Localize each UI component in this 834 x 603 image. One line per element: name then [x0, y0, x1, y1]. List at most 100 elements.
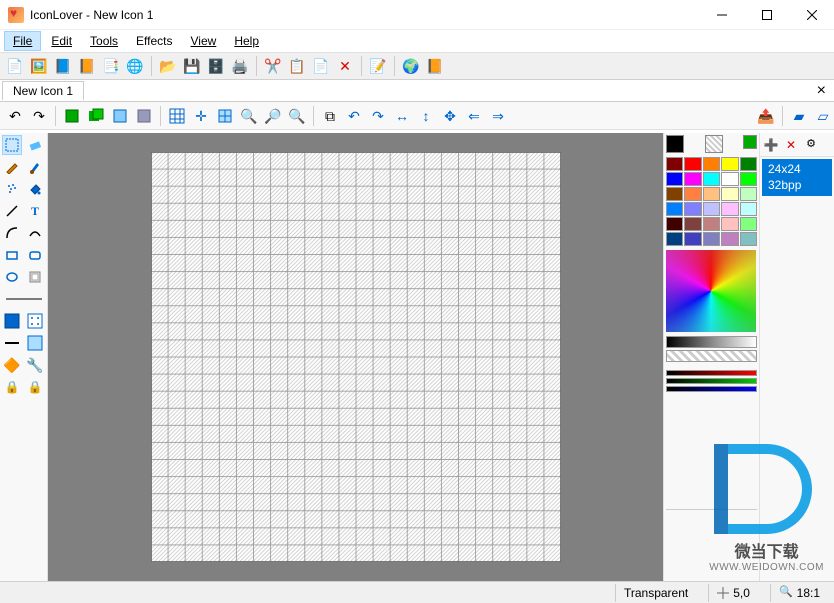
gradient-line-tool[interactable]: [2, 333, 22, 353]
eraser-tool[interactable]: [25, 135, 45, 155]
line-width-tool[interactable]: [2, 289, 46, 309]
palette-color-13[interactable]: [721, 187, 738, 201]
new-icon-wizard-button[interactable]: 🖼️: [28, 55, 50, 77]
open-button[interactable]: 📂: [157, 55, 179, 77]
paste-button[interactable]: 📄: [310, 55, 332, 77]
select-tool[interactable]: [2, 135, 22, 155]
export-button[interactable]: 📤: [755, 105, 777, 127]
new-cursor-button[interactable]: 📙: [76, 55, 98, 77]
gradient-fill-tool[interactable]: [25, 333, 45, 353]
layer2-button[interactable]: [85, 105, 107, 127]
properties-button[interactable]: 📝: [367, 55, 389, 77]
color-replace-tool[interactable]: 🔧: [25, 355, 45, 375]
clear-button[interactable]: ▱: [812, 105, 834, 127]
ellipse-tool[interactable]: [2, 267, 22, 287]
brush-tool[interactable]: [25, 157, 45, 177]
layer1-button[interactable]: [61, 105, 83, 127]
grid-3d-button[interactable]: [214, 105, 236, 127]
palette-color-26[interactable]: [684, 232, 701, 246]
new-set-button[interactable]: 📑: [100, 55, 122, 77]
palette-color-9[interactable]: [740, 172, 757, 186]
rotate-left-button[interactable]: ↶: [343, 105, 365, 127]
palette-color-19[interactable]: [740, 202, 757, 216]
flip-h-button[interactable]: ↔: [391, 105, 413, 127]
rect-tool[interactable]: [2, 245, 22, 265]
new-library-button[interactable]: 📘: [52, 55, 74, 77]
search-icons-button[interactable]: 🌐: [124, 55, 146, 77]
palette-color-22[interactable]: [703, 217, 720, 231]
background-color[interactable]: [705, 135, 723, 153]
palette-color-18[interactable]: [721, 202, 738, 216]
menu-effects[interactable]: Effects: [128, 32, 180, 50]
erase-button[interactable]: ▰: [788, 105, 810, 127]
lock-h-tool[interactable]: 🔒: [2, 377, 22, 397]
palette-color-16[interactable]: [684, 202, 701, 216]
color-spectrum[interactable]: [666, 250, 756, 332]
pattern-tool[interactable]: [25, 311, 45, 331]
curve-tool[interactable]: [2, 223, 22, 243]
palette-color-6[interactable]: [684, 172, 701, 186]
zoom-in-button[interactable]: 🔍: [238, 105, 260, 127]
crop-button[interactable]: ⧉: [319, 105, 341, 127]
palette-color-28[interactable]: [721, 232, 738, 246]
flip-v-button[interactable]: ↕: [415, 105, 437, 127]
palette-color-0[interactable]: [666, 157, 683, 171]
gradient-preset-2[interactable]: [666, 378, 757, 384]
line-tool[interactable]: [2, 201, 22, 221]
undo-button[interactable]: ↶: [4, 105, 26, 127]
brightness-slider[interactable]: [666, 336, 757, 348]
close-tab-button[interactable]: ×: [817, 82, 826, 100]
text-tool[interactable]: T: [25, 201, 45, 221]
menu-view[interactable]: View: [183, 32, 225, 50]
palette-color-10[interactable]: [666, 187, 683, 201]
minimize-button[interactable]: [699, 0, 744, 30]
gradient-preset-3[interactable]: [666, 386, 757, 392]
menu-file[interactable]: File: [4, 31, 41, 51]
roll-left-button[interactable]: ⇐: [463, 105, 485, 127]
help-button[interactable]: 📙: [424, 55, 446, 77]
spray-tool[interactable]: [2, 179, 22, 199]
icon-canvas[interactable]: [151, 152, 561, 562]
print-button[interactable]: 🖨️: [229, 55, 251, 77]
roll-right-button[interactable]: ⇒: [487, 105, 509, 127]
gradient-preset-1[interactable]: [666, 370, 757, 376]
fg-color-tool[interactable]: [2, 311, 22, 331]
format-props-button[interactable]: ⚙: [802, 136, 820, 154]
save-all-button[interactable]: 🗄️: [205, 55, 227, 77]
tab-new-icon-1[interactable]: New Icon 1: [2, 81, 84, 100]
palette-color-8[interactable]: [721, 172, 738, 186]
menu-edit[interactable]: Edit: [43, 32, 80, 50]
palette-color-20[interactable]: [666, 217, 683, 231]
palette-color-17[interactable]: [703, 202, 720, 216]
grid-toggle-button[interactable]: [166, 105, 188, 127]
menu-help[interactable]: Help: [226, 32, 267, 50]
palette-color-5[interactable]: [666, 172, 683, 186]
pencil-tool[interactable]: [2, 157, 22, 177]
layer-shadow-button[interactable]: [133, 105, 155, 127]
3d-frame-tool[interactable]: [25, 267, 45, 287]
cut-button[interactable]: ✂️: [262, 55, 284, 77]
palette-color-25[interactable]: [666, 232, 683, 246]
menu-tools[interactable]: Tools: [82, 32, 126, 50]
add-format-button[interactable]: ➕: [762, 136, 780, 154]
palette-color-21[interactable]: [684, 217, 701, 231]
palette-color-4[interactable]: [740, 157, 757, 171]
remove-format-button[interactable]: ✕: [782, 136, 800, 154]
rotate-right-button[interactable]: ↷: [367, 105, 389, 127]
redo-button[interactable]: ↷: [28, 105, 50, 127]
new-icon-button[interactable]: 📄: [4, 55, 26, 77]
palette-color-23[interactable]: [721, 217, 738, 231]
palette-color-7[interactable]: [703, 172, 720, 186]
mask-tool[interactable]: 🔶: [2, 355, 22, 375]
close-button[interactable]: [789, 0, 834, 30]
arc-tool[interactable]: [25, 223, 45, 243]
palette-color-3[interactable]: [721, 157, 738, 171]
foreground-color[interactable]: [666, 135, 684, 153]
palette-color-29[interactable]: [740, 232, 757, 246]
save-button[interactable]: 💾: [181, 55, 203, 77]
palette-color-2[interactable]: [703, 157, 720, 171]
center-lines-button[interactable]: ✛: [190, 105, 212, 127]
fill-tool[interactable]: [25, 179, 45, 199]
palette-color-12[interactable]: [703, 187, 720, 201]
palette-color-11[interactable]: [684, 187, 701, 201]
